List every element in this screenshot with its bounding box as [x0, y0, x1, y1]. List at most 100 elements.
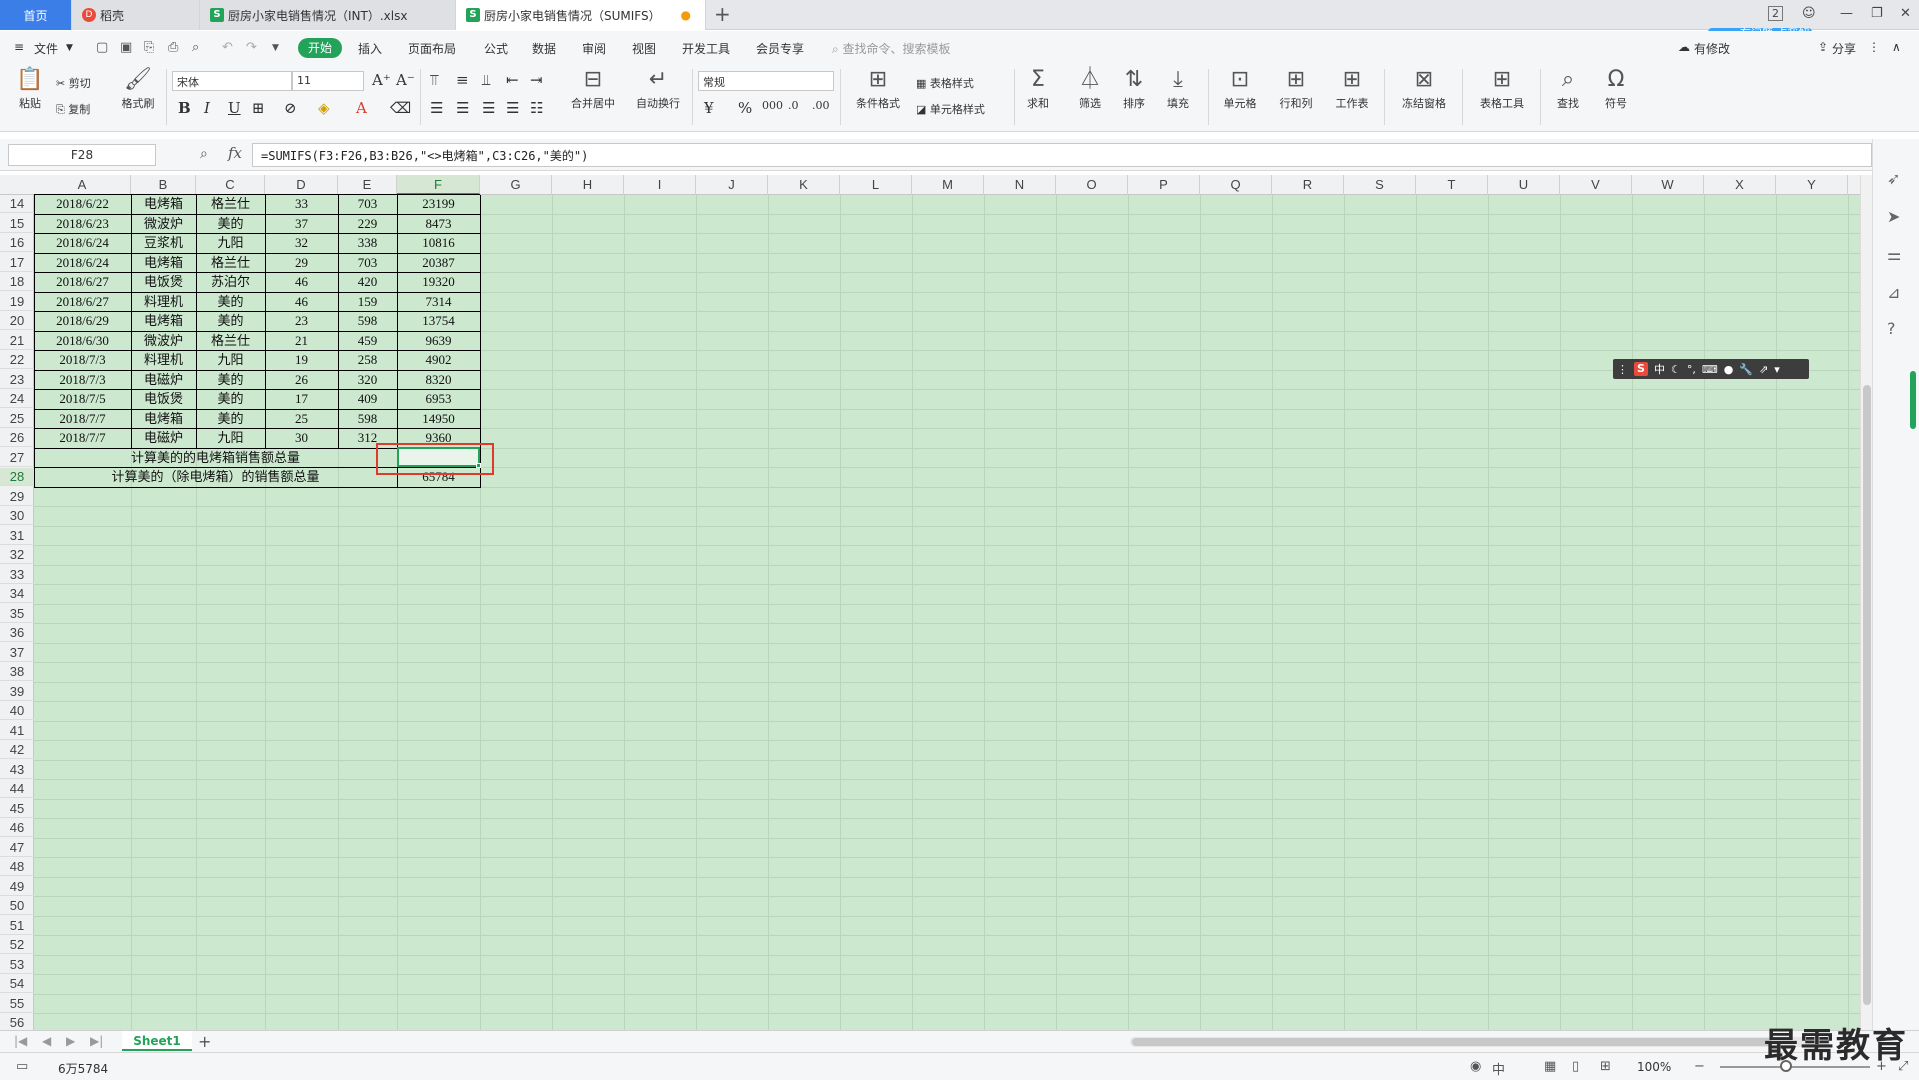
cell-brand[interactable]: 九阳	[196, 351, 265, 369]
cell-qty[interactable]: 23	[265, 312, 338, 330]
row-header-35[interactable]: 35	[0, 605, 34, 623]
row-header-34[interactable]: 34	[0, 585, 34, 603]
menu-review[interactable]: 审阅	[582, 40, 606, 57]
column-header-I[interactable]: I	[624, 175, 696, 195]
italic-icon[interactable]: I	[204, 99, 210, 117]
cell-price[interactable]: 320	[338, 371, 397, 389]
save-icon[interactable]: ▣	[120, 40, 132, 55]
column-header-T[interactable]: T	[1416, 175, 1488, 195]
menu-page-layout[interactable]: 页面布局	[408, 40, 456, 57]
add-sheet-button[interactable]: +	[198, 1032, 211, 1051]
cell-product[interactable]: 电烤箱	[131, 195, 196, 213]
cell-total[interactable]: 19320	[397, 273, 480, 291]
user-avatar-icon[interactable]: ☺	[1802, 6, 1816, 21]
cell-date[interactable]: 2018/7/3	[34, 371, 131, 389]
row-header-46[interactable]: 46	[0, 819, 34, 837]
cell-price[interactable]: 338	[338, 234, 397, 252]
column-header-Q[interactable]: Q	[1200, 175, 1272, 195]
chevron-down-icon[interactable]: ▼	[66, 43, 73, 53]
column-header-E[interactable]: E	[338, 175, 397, 195]
format-painter-button[interactable]: 🖌 格式刷	[116, 67, 160, 111]
tab-home[interactable]: 首页	[0, 0, 72, 30]
minimize-icon[interactable]: —	[1840, 6, 1853, 21]
thousands-icon[interactable]: 000	[762, 99, 783, 112]
tab-file-sumifs[interactable]: S 厨房小家电销售情况（SUMIFS） ●	[456, 0, 706, 30]
row-header-15[interactable]: 15	[0, 215, 34, 233]
new-tab-button[interactable]: +	[714, 2, 731, 26]
tab-docer[interactable]: D 稻壳	[72, 0, 200, 30]
cell-date[interactable]: 2018/6/29	[34, 312, 131, 330]
cell-product[interactable]: 微波炉	[131, 332, 196, 350]
vertical-scrollbar[interactable]	[1860, 175, 1872, 1030]
cell-product[interactable]: 电磁炉	[131, 429, 196, 447]
row-header-49[interactable]: 49	[0, 878, 34, 896]
ime-mode[interactable]: 中	[1654, 361, 1665, 377]
cloud-sync-icon[interactable]: ☁	[1678, 40, 1690, 54]
bold-icon[interactable]: B	[178, 99, 191, 117]
row-header-29[interactable]: 29	[0, 488, 34, 506]
cell-brand[interactable]: 美的	[196, 312, 265, 330]
row-header-28[interactable]: 28	[0, 468, 34, 486]
cell-qty[interactable]: 26	[265, 371, 338, 389]
panel-slider[interactable]	[1910, 371, 1916, 429]
cell-total[interactable]: 7314	[397, 293, 480, 311]
menu-member[interactable]: 会员专享	[756, 40, 804, 57]
row-header-43[interactable]: 43	[0, 761, 34, 779]
cell-date[interactable]: 2018/6/24	[34, 234, 131, 252]
cell-date[interactable]: 2018/7/3	[34, 351, 131, 369]
conditional-format-button[interactable]: ⊞ 条件格式	[846, 67, 910, 111]
insert-function-button[interactable]: fx	[228, 144, 242, 162]
align-center-icon[interactable]: ☰	[456, 99, 469, 117]
copy-button[interactable]: ⎘ 复制	[56, 101, 90, 117]
menu-formulas[interactable]: 公式	[484, 40, 508, 57]
command-search[interactable]: ⌕ 查找命令、搜索模板	[832, 40, 951, 57]
close-icon[interactable]: ✕	[1900, 6, 1911, 21]
cell-brand[interactable]: 美的	[196, 371, 265, 389]
column-header-K[interactable]: K	[768, 175, 840, 195]
filter-button[interactable]: ⏃ 筛选	[1072, 67, 1108, 111]
cell-brand[interactable]: 格兰仕	[196, 332, 265, 350]
share-icon[interactable]: ⇪	[1818, 40, 1828, 54]
cell-product[interactable]: 电饭煲	[131, 273, 196, 291]
keyboard-icon[interactable]: ⌨	[1702, 363, 1718, 376]
formula-input[interactable]: =SUMIFS(F3:F26,B3:B26,"<>电烤箱",C3:C26,"美的…	[252, 143, 1872, 167]
align-left-icon[interactable]: ☰	[430, 99, 443, 117]
skin-icon[interactable]: ⇗	[1759, 363, 1768, 376]
menu-home[interactable]: 开始	[298, 38, 342, 58]
column-header-L[interactable]: L	[840, 175, 912, 195]
freeze-panes-button[interactable]: ⊠ 冻结窗格	[1392, 67, 1456, 111]
row-header-37[interactable]: 37	[0, 644, 34, 662]
cell-price[interactable]: 598	[338, 410, 397, 428]
cell-price[interactable]: 409	[338, 390, 397, 408]
wrap-text-button[interactable]: ↵ 自动换行	[630, 67, 686, 111]
cell-price[interactable]: 459	[338, 332, 397, 350]
next-sheet-icon[interactable]: ▶	[66, 1034, 75, 1048]
cell-date[interactable]: 2018/6/27	[34, 293, 131, 311]
indent-increase-icon[interactable]: ⇥	[530, 71, 543, 89]
align-top-icon[interactable]: ⫪	[430, 71, 438, 89]
sliders-icon[interactable]: ⚌	[1887, 245, 1901, 264]
prev-sheet-icon[interactable]: ◀	[42, 1034, 51, 1048]
font-color-icon[interactable]: A	[356, 99, 367, 117]
name-box[interactable]: F28	[8, 144, 156, 166]
horizontal-scrollbar[interactable]	[1130, 1037, 1830, 1047]
cell-price[interactable]: 420	[338, 273, 397, 291]
justify-icon[interactable]: ☰	[506, 99, 519, 117]
menu-data[interactable]: 数据	[532, 40, 556, 57]
cell-date[interactable]: 2018/7/7	[34, 410, 131, 428]
moon-icon[interactable]: ☾	[1671, 363, 1681, 376]
restore-icon[interactable]: ❐	[1871, 6, 1883, 21]
increase-decimal-icon[interactable]: .0	[788, 99, 799, 112]
row-header-33[interactable]: 33	[0, 566, 34, 584]
cell-total[interactable]: 8320	[397, 371, 480, 389]
row-header-54[interactable]: 54	[0, 975, 34, 993]
merge-center-button[interactable]: ⊟ 合并居中	[560, 67, 626, 111]
column-header-Y[interactable]: Y	[1776, 175, 1848, 195]
print-icon[interactable]: ⎙	[168, 40, 178, 55]
cell-total[interactable]: 14950	[397, 410, 480, 428]
last-sheet-icon[interactable]: ▶|	[90, 1034, 103, 1048]
row-header-26[interactable]: 26	[0, 429, 34, 447]
cell-brand[interactable]: 苏泊尔	[196, 273, 265, 291]
row-header-30[interactable]: 30	[0, 507, 34, 525]
cell-date[interactable]: 2018/6/27	[34, 273, 131, 291]
